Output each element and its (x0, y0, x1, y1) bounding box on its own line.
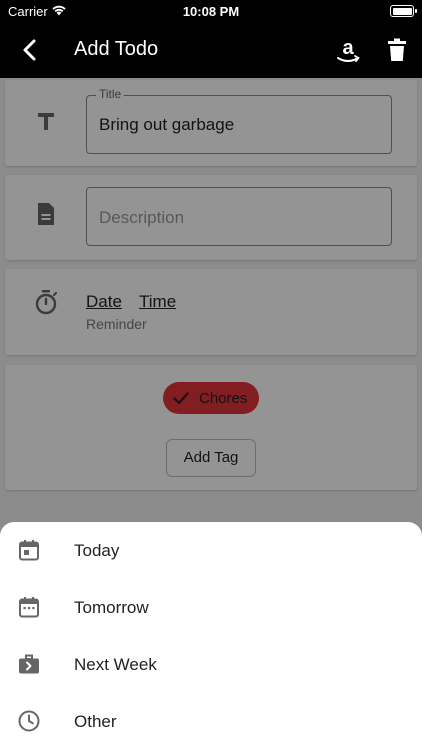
page-title: Add Todo (74, 38, 159, 60)
calendar-today-icon (19, 540, 39, 561)
option-label: Other (74, 712, 117, 731)
svg-text:a: a (342, 37, 354, 59)
option-label: Next Week (74, 655, 157, 674)
amazon-icon[interactable]: a (335, 37, 361, 65)
battery-icon (390, 5, 417, 17)
option-tomorrow[interactable]: Tomorrow (0, 579, 422, 636)
calendar-icon (19, 597, 39, 618)
back-arrow-icon[interactable] (18, 37, 42, 63)
app-bar: Add Todo a (0, 24, 422, 78)
trash-icon[interactable] (386, 38, 408, 62)
reminder-options-sheet: Today Tomorrow Next Week Other (0, 522, 422, 750)
option-today[interactable]: Today (0, 522, 422, 579)
clock-icon (18, 710, 40, 732)
next-week-icon (19, 654, 39, 674)
status-bar: Carrier 10:08 PM (0, 0, 422, 24)
option-other[interactable]: Other (0, 693, 422, 750)
status-time: 10:08 PM (182, 4, 240, 19)
option-label: Today (74, 541, 120, 560)
option-next-week[interactable]: Next Week (0, 636, 422, 693)
option-label: Tomorrow (74, 598, 149, 617)
